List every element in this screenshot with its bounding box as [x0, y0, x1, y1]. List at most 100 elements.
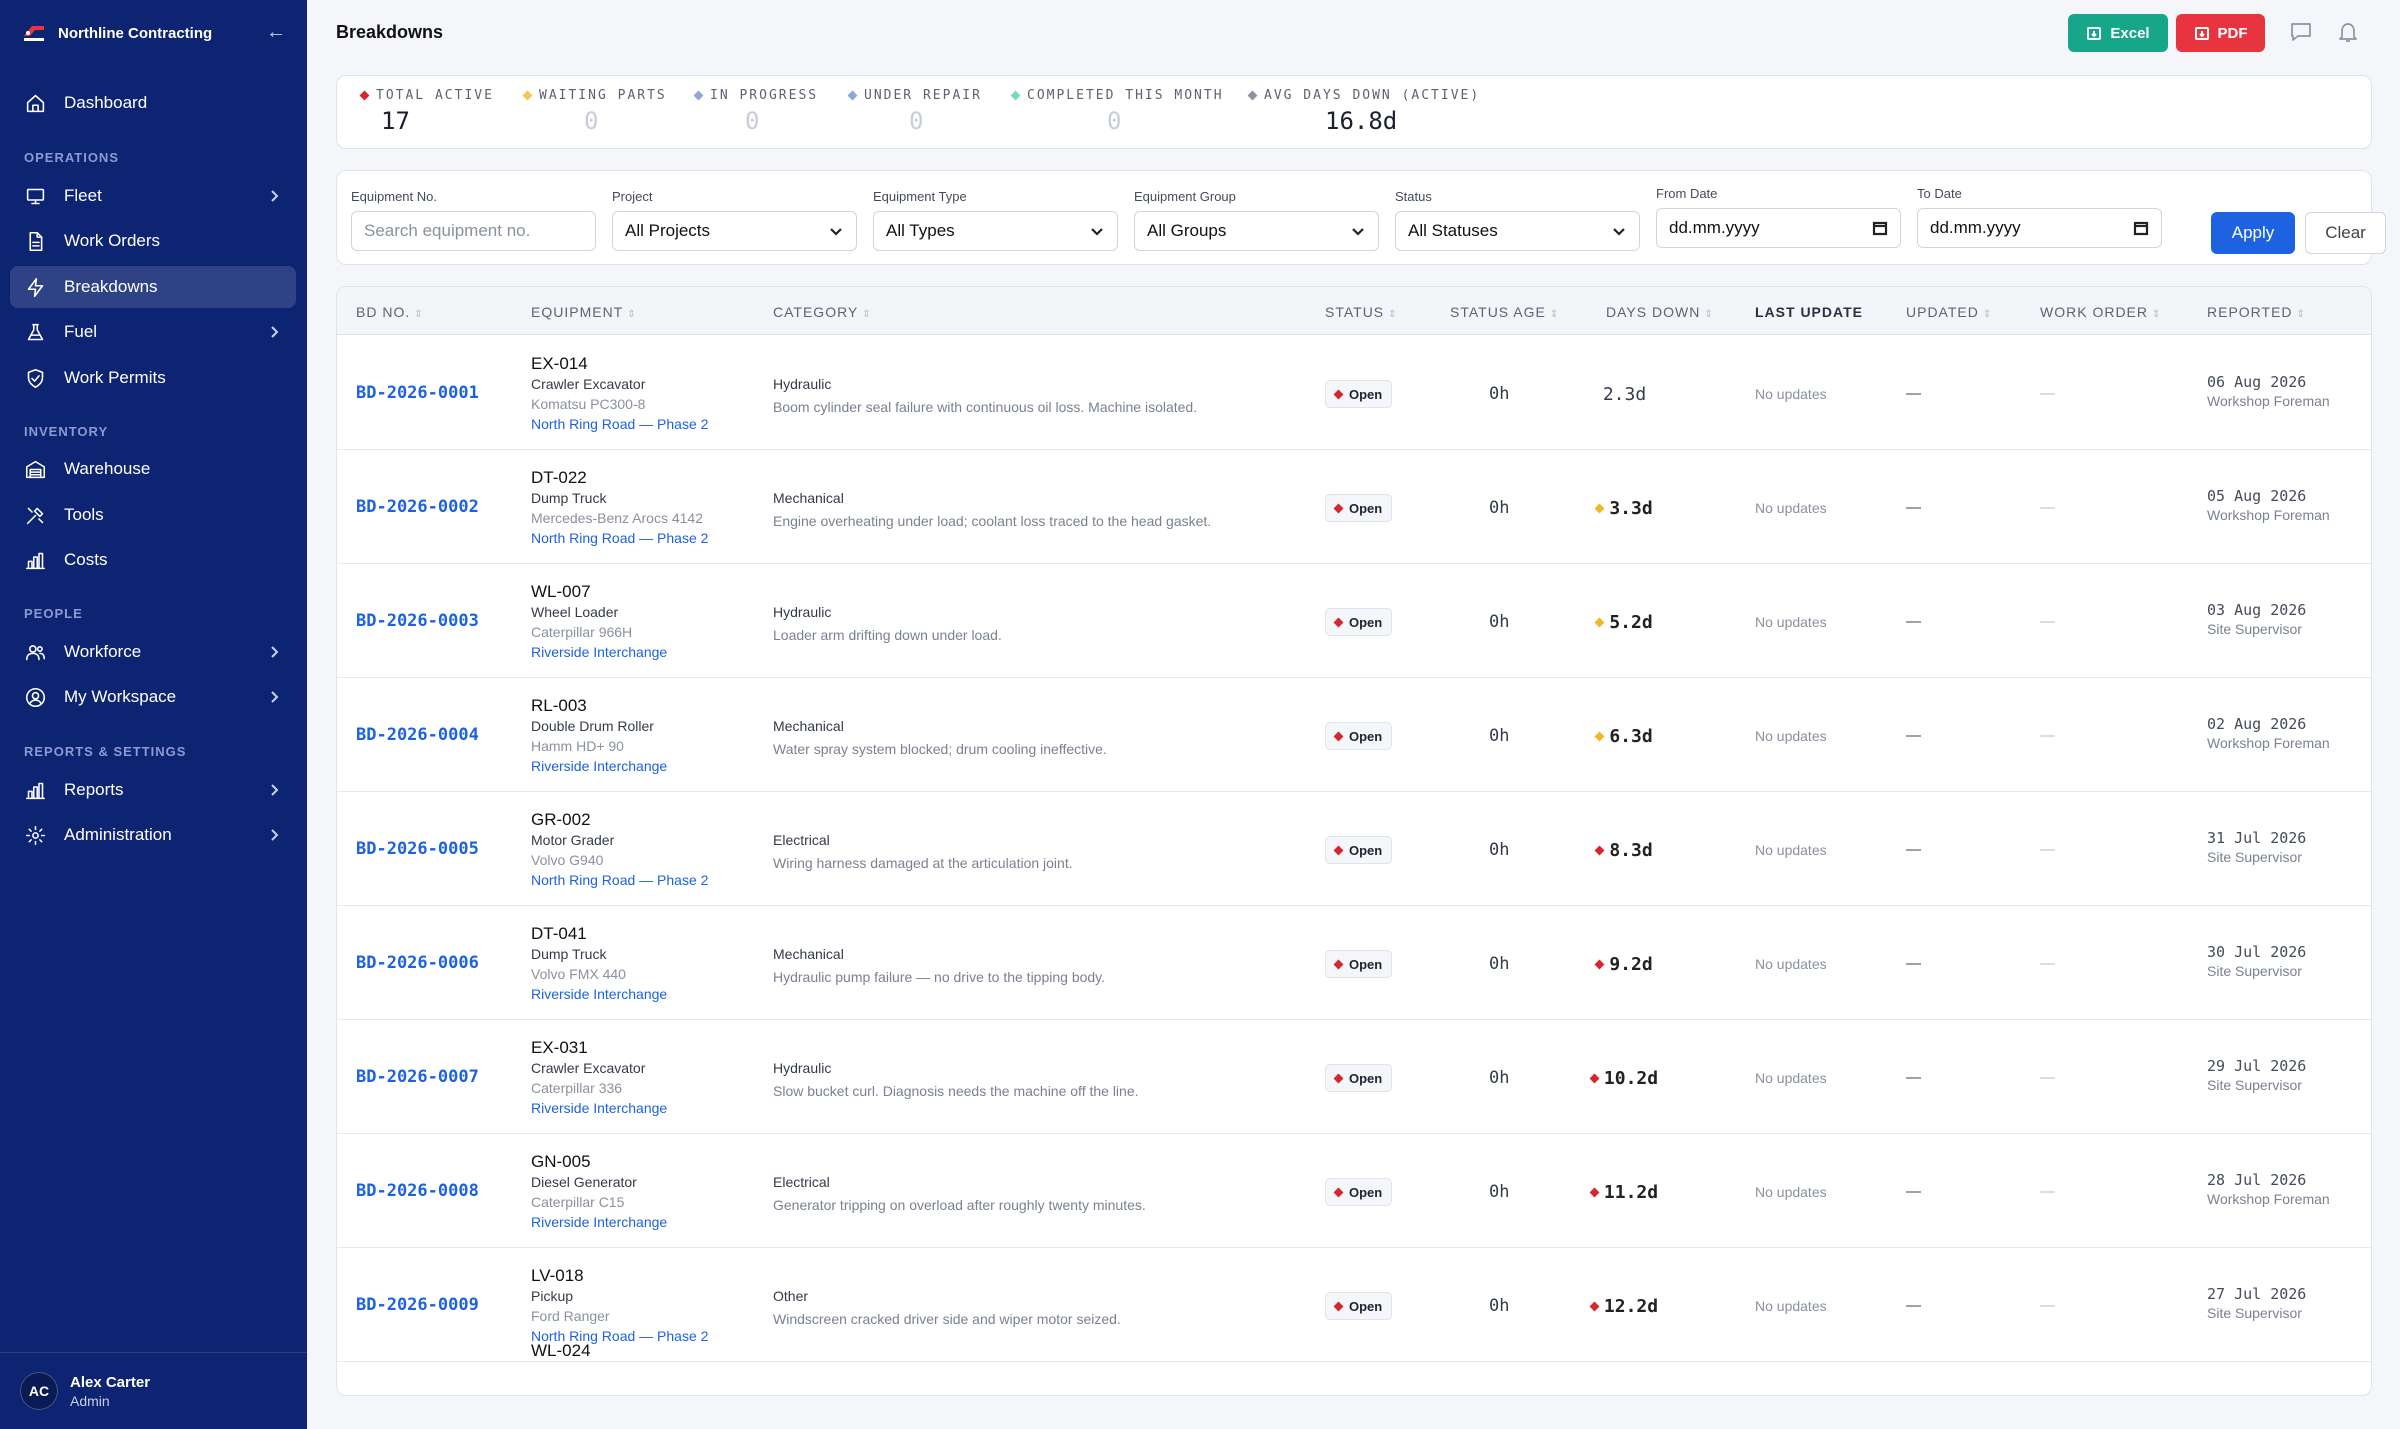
status-badge[interactable]: Open [1325, 494, 1393, 522]
filter-to-date: To Date dd.mm.yyyy [1917, 186, 2162, 248]
bd-number-link[interactable]: BD-2026-0005 [356, 839, 479, 859]
column-header-status-age[interactable]: STATUS AGE ⇕ [1450, 304, 1559, 320]
category-name: Electrical [773, 832, 830, 848]
work-order: — [2040, 1183, 2055, 1200]
column-header-category[interactable]: CATEGORY ⇕ [773, 304, 872, 320]
column-header-updated[interactable]: UPDATED ⇕ [1906, 304, 1992, 320]
project-link[interactable]: Riverside Interchange [531, 1098, 667, 1118]
status-badge[interactable]: Open [1325, 1064, 1393, 1092]
equipment-type-select[interactable]: All Types [873, 211, 1118, 251]
table-row[interactable]: BD-2026-0005 GR-002 Motor Grader Volvo G94… [337, 792, 2371, 906]
users-icon [24, 641, 46, 663]
table-row[interactable]: BD-2026-0002 DT-022 Dump Truck Mercedes-Be… [337, 450, 2371, 564]
table-row[interactable]: BD-2026-0001 EX-014 Crawler Excavator Koma… [337, 336, 2371, 450]
category-name: Hydraulic [773, 1060, 832, 1076]
user-profile[interactable]: AC Alex Carter Admin [0, 1352, 307, 1429]
calendar-icon[interactable] [1872, 220, 1888, 236]
project-link[interactable]: North Ring Road — Phase 2 [531, 414, 708, 434]
equipment-group-select[interactable]: All Groups [1134, 211, 1379, 251]
bd-number-link[interactable]: BD-2026-0008 [356, 1181, 479, 1201]
status-badge[interactable]: Open [1325, 1178, 1393, 1206]
company-name: Northline Contracting [58, 24, 213, 42]
to-date-input[interactable]: dd.mm.yyyy [1917, 208, 2162, 248]
sort-icon: ⇕ [1549, 309, 1560, 320]
bd-number-link[interactable]: BD-2026-0006 [356, 953, 479, 973]
work-order: — [2040, 1069, 2055, 1086]
status-badge[interactable]: Open [1325, 722, 1393, 750]
collapse-sidebar-arrow-icon[interactable]: ← [265, 22, 287, 44]
sidebar-item-costs[interactable]: Costs [10, 539, 296, 581]
from-date-input[interactable]: dd.mm.yyyy [1656, 208, 1901, 248]
days-down: 2.3d [1565, 384, 1684, 405]
bd-number-link[interactable]: BD-2026-0001 [356, 383, 479, 403]
project-link[interactable]: Riverside Interchange [531, 756, 667, 776]
sidebar-item-workforce[interactable]: Workforce [10, 631, 296, 673]
category-name: Other [773, 1288, 809, 1304]
sidebar-item-label: Tools [64, 505, 104, 524]
diamond-icon [1247, 90, 1258, 101]
equipment-search-input[interactable]: Search equipment no. [351, 211, 596, 251]
column-header-days-down[interactable]: DAYS DOWN ⇕ [1606, 304, 1714, 320]
last-update: No updates [1755, 500, 1827, 516]
sidebar-item-warehouse[interactable]: Warehouse [10, 448, 296, 490]
status-select[interactable]: All Statuses [1395, 211, 1640, 251]
bell-icon[interactable] [2336, 20, 2362, 46]
project-link[interactable]: Riverside Interchange [531, 984, 667, 1004]
column-header-reported[interactable]: REPORTED ⇕ [2207, 304, 2306, 320]
chat-icon[interactable] [2289, 20, 2315, 46]
bd-number-link[interactable]: BD-2026-0007 [356, 1067, 479, 1087]
project-link[interactable]: North Ring Road — Phase 2 [531, 528, 708, 548]
sidebar-item-label: Costs [64, 550, 108, 569]
days-down-value: 2.3d [1602, 384, 1647, 405]
table-row[interactable]: BD-2026-0004 RL-003 Double Drum Roller Ham… [337, 678, 2371, 792]
sidebar-item-breakdowns[interactable]: Breakdowns [10, 266, 296, 308]
table-row[interactable]: BD-2026-0007 EX-031 Crawler Excavator Cate… [337, 1020, 2371, 1134]
export-excel-button[interactable]: Excel [2068, 14, 2168, 52]
status-badge[interactable]: Open [1325, 836, 1393, 864]
table-row[interactable]: BD-2026-0009 LV-018 Pickup Ford Ranger Nort… [337, 1248, 2371, 1362]
clear-button[interactable]: Clear [2305, 212, 2386, 254]
sidebar-item-tools[interactable]: Tools [10, 494, 296, 536]
bd-number-link[interactable]: BD-2026-0002 [356, 497, 479, 517]
export-pdf-button[interactable]: PDF [2176, 14, 2265, 52]
user-circle-icon [24, 686, 46, 708]
sidebar-item-fleet[interactable]: Fleet [10, 175, 296, 217]
project-link[interactable]: Riverside Interchange [531, 1212, 667, 1232]
apply-button[interactable]: Apply [2211, 212, 2295, 254]
sidebar-item-my-workspace[interactable]: My Workspace [10, 676, 296, 718]
sidebar-item-dashboard[interactable]: Dashboard [10, 82, 296, 124]
sidebar-item-administration[interactable]: Administration [10, 814, 296, 856]
shield-check-icon [24, 367, 46, 389]
status-badge[interactable]: Open [1325, 380, 1393, 408]
bd-number-link[interactable]: BD-2026-0003 [356, 611, 479, 631]
table-row[interactable]: BD-2026-0006 DT-041 Dump Truck Volvo FMX 4… [337, 906, 2371, 1020]
bd-number-link[interactable]: BD-2026-0004 [356, 725, 479, 745]
sidebar-item-fuel[interactable]: Fuel [10, 311, 296, 353]
stat-value: 17 [381, 107, 410, 135]
project-link[interactable]: North Ring Road — Phase 2 [531, 870, 708, 890]
project-link[interactable]: Riverside Interchange [531, 642, 667, 662]
diamond-icon [1333, 617, 1344, 627]
status-age: 0h [1489, 1182, 1510, 1202]
column-header-work-order[interactable]: WORK ORDER ⇕ [2040, 304, 2161, 320]
equipment-type: Dump Truck [531, 490, 607, 506]
sidebar-item-reports[interactable]: Reports [10, 769, 296, 811]
sidebar-item-work-orders[interactable]: Work Orders [10, 220, 296, 262]
table-row[interactable]: BD-2026-0008 GN-005 Diesel Generator Cater… [337, 1134, 2371, 1248]
status-badge[interactable]: Open [1325, 608, 1393, 636]
updated: — [1906, 499, 1921, 516]
calendar-icon[interactable] [2133, 220, 2149, 236]
diamond-icon [1333, 731, 1344, 741]
status-badge[interactable]: Open [1325, 950, 1393, 978]
table-row[interactable]: BD-2026-0003 WL-007 Wheel Loader Caterpill… [337, 564, 2371, 678]
bd-number-link[interactable]: BD-2026-0009 [356, 1295, 479, 1315]
status-badge[interactable]: Open [1325, 1292, 1393, 1320]
sidebar-item-label: Reports [64, 780, 124, 799]
column-header-status[interactable]: STATUS ⇕ [1325, 304, 1398, 320]
column-header-equipment[interactable]: EQUIPMENT ⇕ [531, 304, 637, 320]
column-header-bd-no[interactable]: BD NO. ⇕ [356, 304, 424, 320]
project-select[interactable]: All Projects [612, 211, 857, 251]
sidebar-item-work-permits[interactable]: Work Permits [10, 357, 296, 399]
reported-by: Site Supervisor [2207, 963, 2302, 979]
work-order: — [2040, 841, 2055, 858]
